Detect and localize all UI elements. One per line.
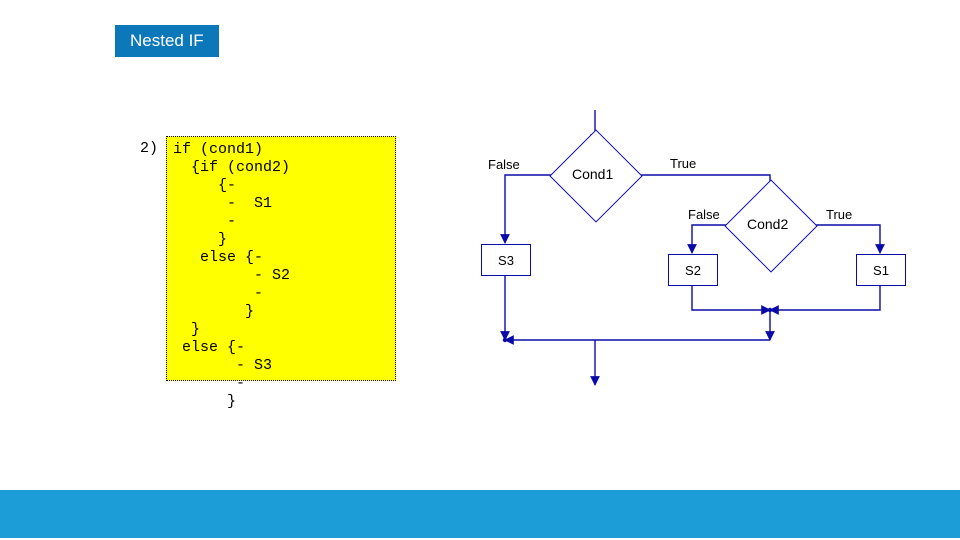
cond1-true-label: True: [670, 156, 696, 171]
cond2-label: Cond2: [747, 216, 788, 232]
cond1-false-label: False: [488, 157, 520, 172]
s2-box: S2: [668, 254, 718, 286]
bottom-bar: [0, 490, 960, 538]
s3-label: S3: [498, 253, 514, 268]
s1-label: S1: [873, 263, 889, 278]
s2-label: S2: [685, 263, 701, 278]
cond2-true-label: True: [826, 207, 852, 222]
s3-box: S3: [481, 244, 531, 276]
cond1-label: Cond1: [572, 166, 613, 182]
s1-box: S1: [856, 254, 906, 286]
flow-wires: [0, 0, 960, 540]
cond2-false-label: False: [688, 207, 720, 222]
